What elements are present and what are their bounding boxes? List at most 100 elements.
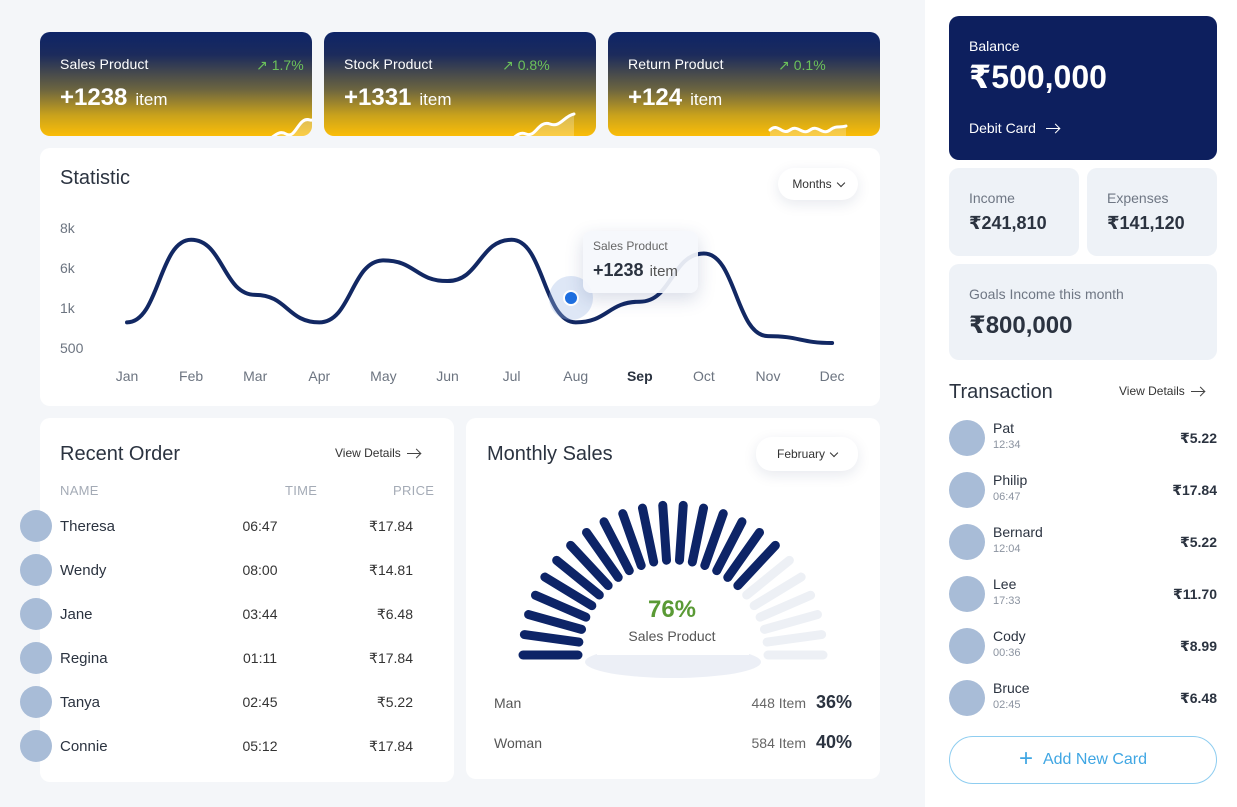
order-price: ₹17.84 bbox=[369, 738, 413, 754]
transaction-time: 17:33 bbox=[993, 595, 1021, 607]
plus-icon: + bbox=[1018, 745, 1033, 772]
breakdown-items: 584 Item bbox=[751, 735, 806, 751]
goals-card: Goals Income this month ₹800,000 bbox=[949, 264, 1217, 360]
chevron-down-icon bbox=[829, 448, 839, 457]
breakdown-name: Man bbox=[494, 695, 522, 711]
list-item[interactable]: Bernard 12:04 ₹5.22 bbox=[949, 522, 1217, 562]
balance-label: Balance bbox=[969, 38, 1020, 54]
gauge-tick-filled bbox=[519, 630, 584, 647]
income-value: ₹241,810 bbox=[969, 213, 1047, 233]
add-new-card-button[interactable]: + Add New Card bbox=[949, 736, 1217, 784]
arrow-right-icon bbox=[1045, 123, 1060, 133]
order-name: Jane bbox=[60, 606, 93, 623]
avatar bbox=[949, 680, 985, 716]
gauge-tick-filled bbox=[674, 500, 688, 565]
transaction-amount: ₹5.22 bbox=[1180, 430, 1217, 446]
y-tick-label: 500 bbox=[60, 340, 84, 356]
view-details-label: View Details bbox=[1119, 384, 1185, 398]
x-tick-label: Apr bbox=[308, 368, 330, 384]
table-row[interactable]: Connie 05:12 ₹17.84 bbox=[20, 728, 413, 764]
order-price: ₹5.22 bbox=[376, 694, 413, 710]
income-card: Income ₹241,810 bbox=[949, 168, 1079, 256]
transaction-amount: ₹5.22 bbox=[1180, 534, 1217, 550]
stat-card-stock[interactable]: Stock Product +1331 item ↗ 0.8% bbox=[324, 32, 596, 136]
gauge-tick-empty bbox=[759, 610, 822, 634]
stat-card-value: +1331 item bbox=[344, 84, 452, 111]
stat-card-label: Return Product bbox=[628, 56, 724, 72]
x-tick-label: Jun bbox=[436, 368, 459, 384]
avatar bbox=[20, 554, 52, 586]
avatar bbox=[20, 598, 52, 630]
table-row[interactable]: Theresa 06:47 ₹17.84 bbox=[20, 508, 413, 544]
gauge-tick-filled bbox=[637, 503, 659, 567]
expenses-label: Expenses bbox=[1107, 190, 1169, 206]
goals-label: Goals Income this month bbox=[969, 286, 1124, 302]
x-tick-label: Dec bbox=[820, 368, 845, 384]
x-tick-label: Jul bbox=[503, 368, 521, 384]
stat-card-sales[interactable]: Sales Product +1238 item ↗ 1.7% bbox=[40, 32, 312, 136]
order-time: 08:00 bbox=[242, 562, 278, 578]
trend-up-icon: ↗ bbox=[256, 57, 268, 73]
y-axis-ticks: 8k 6k 1k 500 bbox=[60, 220, 84, 356]
transaction-amount: ₹8.99 bbox=[1180, 638, 1217, 654]
stat-card-value: +124 item bbox=[628, 84, 723, 111]
transaction-name: Bruce bbox=[993, 680, 1030, 696]
column-header-time: TIME bbox=[285, 483, 318, 498]
main-content: Sales Product +1238 item ↗ 1.7% Stock Prod… bbox=[0, 0, 925, 807]
gauge-tick-filled bbox=[658, 500, 672, 565]
order-time: 05:12 bbox=[242, 738, 278, 754]
table-row[interactable]: Wendy 08:00 ₹14.81 bbox=[20, 552, 413, 588]
x-tick-label: Sep bbox=[627, 368, 653, 384]
recent-order-view-details-link[interactable]: View Details bbox=[335, 446, 421, 460]
x-tick-label: Jan bbox=[116, 368, 139, 384]
x-tick-label: Mar bbox=[243, 368, 267, 384]
income-label: Income bbox=[969, 190, 1015, 206]
expenses-value: ₹141,120 bbox=[1107, 213, 1185, 233]
order-name: Theresa bbox=[60, 518, 116, 535]
x-tick-label: Nov bbox=[756, 368, 781, 384]
balance-value: ₹500,000 bbox=[969, 59, 1107, 95]
list-item[interactable]: Lee 17:33 ₹11.70 bbox=[949, 574, 1217, 614]
x-tick-label: Aug bbox=[563, 368, 588, 384]
arrow-right-icon bbox=[406, 448, 421, 458]
order-time: 01:11 bbox=[243, 650, 277, 666]
transaction-name: Bernard bbox=[993, 524, 1043, 540]
list-item[interactable]: Bruce 02:45 ₹6.48 bbox=[949, 678, 1217, 718]
stat-card-label: Sales Product bbox=[60, 56, 149, 72]
order-time: 03:44 bbox=[242, 606, 278, 622]
table-row[interactable]: Jane 03:44 ₹6.48 bbox=[20, 596, 413, 632]
gauge-caption: Sales Product bbox=[628, 628, 716, 644]
sparkline-icon bbox=[271, 118, 312, 136]
transaction-view-details-link[interactable]: View Details bbox=[1119, 384, 1205, 398]
stat-card-growth: ↗ 0.1% bbox=[778, 57, 826, 73]
list-item[interactable]: Philip 06:47 ₹17.84 bbox=[949, 470, 1217, 510]
table-row[interactable]: Regina 01:11 ₹17.84 bbox=[20, 640, 413, 676]
debit-card-link[interactable]: Debit Card bbox=[969, 120, 1060, 136]
breakdown-items: 448 Item bbox=[751, 695, 806, 711]
tooltip-label: Sales Product bbox=[593, 239, 668, 253]
avatar bbox=[20, 730, 52, 762]
balance-card[interactable]: Balance ₹500,000 Debit Card bbox=[949, 16, 1217, 160]
stat-card-return[interactable]: Return Product +124 item ↗ 0.1% bbox=[608, 32, 880, 136]
trend-up-icon: ↗ bbox=[778, 57, 790, 73]
avatar bbox=[949, 524, 985, 560]
y-tick-label: 8k bbox=[60, 220, 76, 236]
table-row[interactable]: Tanya 02:45 ₹5.22 bbox=[20, 684, 413, 720]
x-tick-label: May bbox=[370, 368, 396, 384]
month-dropdown[interactable]: February bbox=[756, 437, 858, 471]
highlight-point bbox=[563, 290, 579, 306]
x-tick-label: Oct bbox=[693, 368, 715, 384]
transaction-time: 00:36 bbox=[993, 647, 1021, 659]
gauge-percent: 76% bbox=[647, 596, 697, 623]
order-price: ₹6.48 bbox=[376, 606, 413, 622]
view-details-label: View Details bbox=[335, 446, 401, 460]
list-item[interactable]: Pat 12:34 ₹5.22 bbox=[949, 418, 1217, 458]
sparkline-icon bbox=[513, 112, 576, 136]
monthly-sales-title: Monthly Sales bbox=[487, 443, 613, 465]
column-header-price: PRICE bbox=[393, 483, 435, 498]
stat-card-label: Stock Product bbox=[344, 56, 433, 72]
breakdown-row-man: Man 448 Item 36% bbox=[494, 692, 852, 716]
column-header-name: NAME bbox=[60, 483, 99, 498]
breakdown-name: Woman bbox=[494, 735, 542, 751]
list-item[interactable]: Cody 00:36 ₹8.99 bbox=[949, 626, 1217, 666]
